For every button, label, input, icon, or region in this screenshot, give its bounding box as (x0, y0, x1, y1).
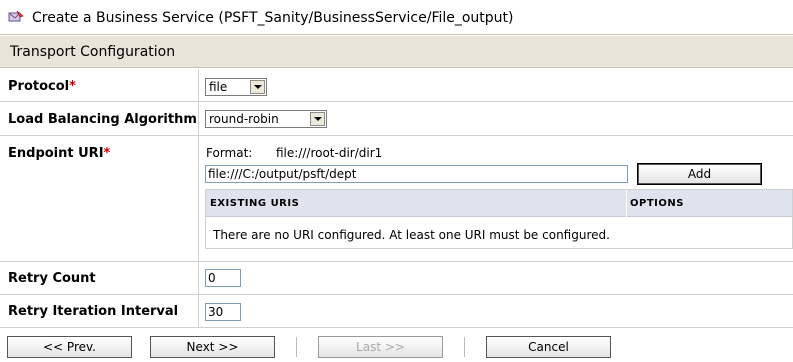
required-marker: * (69, 79, 76, 94)
load-balancing-select[interactable]: round-robin (205, 110, 327, 128)
endpoint-uri-input[interactable]: file:///C:/output/psft/dept (205, 165, 628, 183)
page-title: Create a Business Service (PSFT_Sanity/B… (32, 10, 514, 26)
load-balancing-label-cell: Load Balancing Algorithm (0, 102, 199, 135)
next-button[interactable]: Next >> (150, 336, 275, 358)
protocol-label-cell: Protocol* (0, 69, 199, 101)
load-balancing-select-value: round-robin (209, 112, 279, 126)
retry-count-row: Retry Count 0 (0, 262, 793, 295)
column-divider (626, 190, 627, 217)
retry-interval-row: Retry Iteration Interval 30 (0, 295, 793, 328)
cancel-button[interactable]: Cancel (486, 336, 611, 358)
empty-table-message: There are no URI configured. At least on… (213, 228, 610, 242)
protocol-select[interactable]: file (205, 78, 267, 96)
table-header: EXISTING URIS OPTIONS (206, 190, 792, 217)
section-title: Transport Configuration (10, 44, 176, 60)
format-example: file:///root-dir/dir1 (276, 146, 383, 160)
retry-count-label-cell: Retry Count (0, 262, 199, 294)
load-balancing-row: Load Balancing Algorithm round-robin (0, 102, 793, 136)
protocol-label: Protocol (8, 79, 70, 94)
existing-uris-table: EXISTING URIS OPTIONS There are no URI c… (205, 189, 793, 249)
format-label: Format: (206, 146, 253, 160)
load-balancing-label: Load Balancing Algorithm (8, 112, 197, 127)
endpoint-uri-label: Endpoint URI (8, 146, 104, 161)
required-marker: * (103, 146, 111, 161)
add-uri-button[interactable]: Add (637, 163, 762, 185)
endpoint-uri-label-cell: Endpoint URI* (0, 136, 199, 261)
column-header-existing-uris: EXISTING URIS (210, 198, 300, 209)
title-bar: Create a Business Service (PSFT_Sanity/B… (0, 0, 793, 35)
retry-count-input[interactable]: 0 (205, 269, 241, 287)
chevron-down-icon[interactable] (250, 80, 265, 94)
protocol-row: Protocol* file (0, 69, 793, 102)
retry-count-label: Retry Count (8, 271, 96, 286)
retry-interval-input[interactable]: 30 (205, 303, 241, 321)
column-header-options: OPTIONS (630, 198, 684, 209)
button-separator (464, 337, 465, 357)
retry-interval-label: Retry Iteration Interval (8, 304, 179, 319)
section-header: Transport Configuration (0, 36, 793, 68)
prev-button[interactable]: << Prev. (7, 336, 132, 358)
business-service-icon (8, 10, 24, 22)
chevron-down-icon[interactable] (310, 112, 325, 126)
protocol-select-value: file (209, 80, 228, 94)
button-separator (296, 337, 297, 357)
last-button[interactable]: Last >> (318, 336, 443, 358)
retry-interval-label-cell: Retry Iteration Interval (0, 295, 199, 327)
